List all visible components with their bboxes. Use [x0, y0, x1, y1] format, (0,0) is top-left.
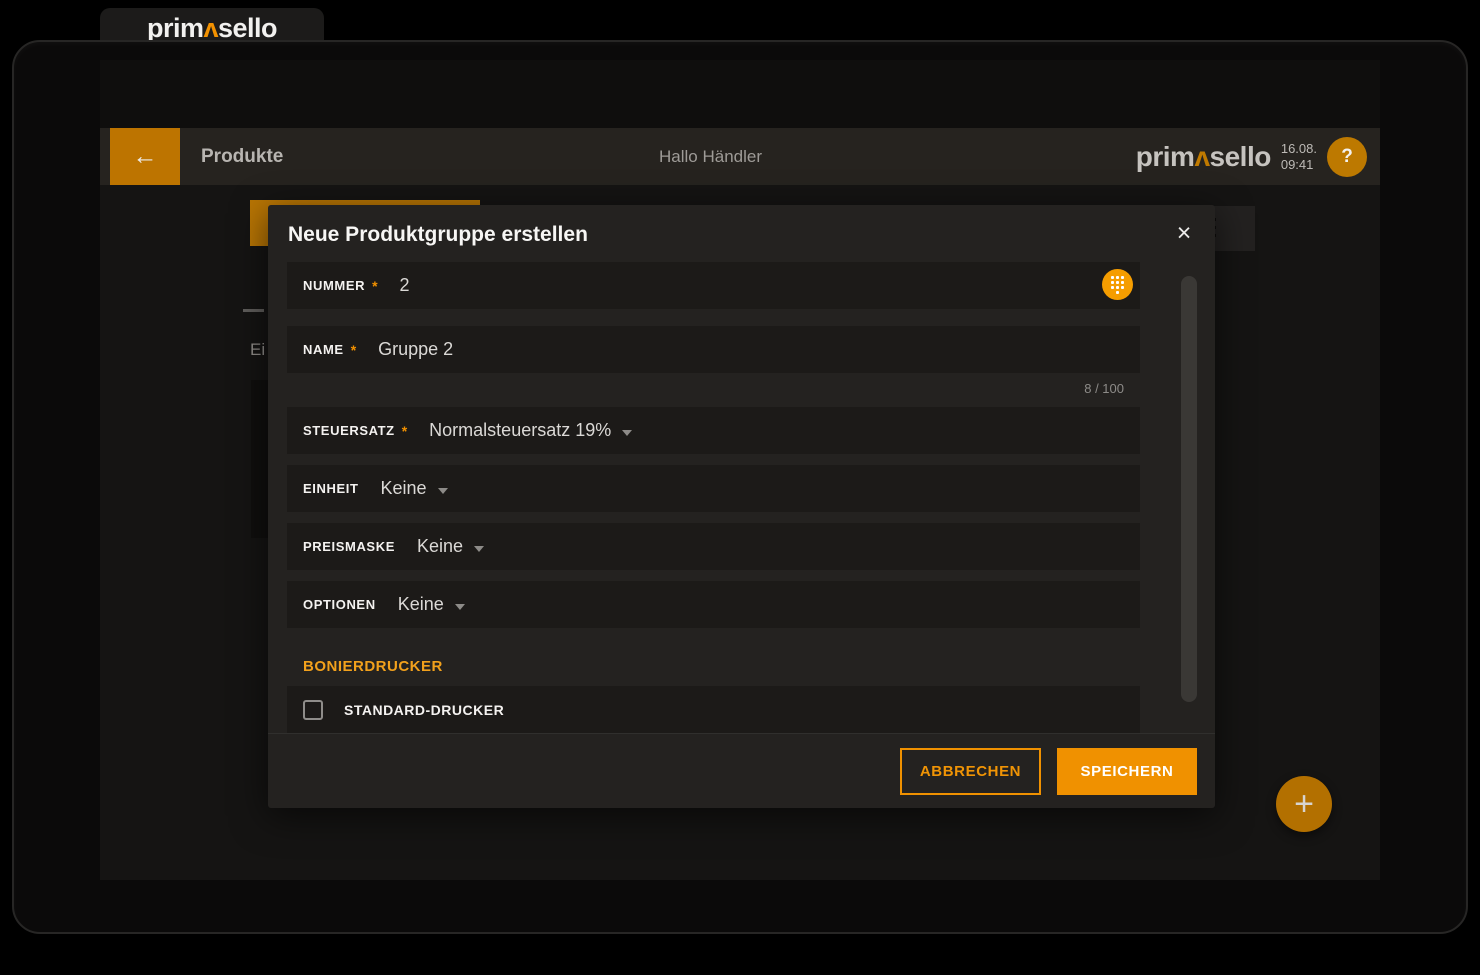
question-mark-icon: ?	[1341, 145, 1353, 167]
datetime: 16.08. 09:41	[1281, 141, 1317, 172]
required-marker: *	[372, 277, 378, 294]
checkbox-unchecked[interactable]	[303, 699, 323, 720]
help-button[interactable]: ?	[1327, 136, 1367, 177]
chevron-down-icon	[622, 429, 633, 436]
field-value: Keine	[416, 536, 464, 556]
plus-icon: +	[1294, 784, 1314, 823]
chevron-down-icon	[437, 487, 448, 494]
standard-drucker-row[interactable]: STANDARD-DRUCKER	[287, 686, 1140, 733]
back-arrow-icon: ←	[132, 142, 158, 170]
field-optionen[interactable]: OPTIONEN Keine	[287, 581, 1140, 628]
section-bonierdrucker: BONIERDRUCKER	[303, 658, 443, 675]
close-icon: ×	[1176, 218, 1192, 247]
keypad-button[interactable]	[1102, 269, 1133, 300]
field-label: OPTIONEN	[303, 597, 376, 612]
field-value: Keine	[380, 478, 427, 498]
primasello-logo: primʌsello	[1135, 140, 1272, 173]
field-label: NAME	[303, 342, 344, 357]
logo-caret-icon: ʌ	[1194, 140, 1210, 172]
logo-text-pre: prim	[146, 12, 204, 43]
save-button[interactable]: SPEICHERN	[1057, 747, 1197, 795]
modal-footer: ABBRECHEN SPEICHERN	[268, 733, 1215, 808]
field-steuersatz[interactable]: STEUERSATZ * Normalsteuersatz 19%	[287, 407, 1140, 454]
field-label: EINHEIT	[303, 481, 359, 496]
required-marker: *	[401, 422, 408, 439]
chevron-down-icon	[454, 603, 465, 610]
cancel-button[interactable]: ABBRECHEN	[900, 747, 1041, 795]
scrollbar-thumb[interactable]	[1181, 276, 1197, 702]
clipped-text-behind-modal: Ei	[250, 340, 266, 359]
logo-text-post: sello	[218, 12, 278, 43]
time-text: 09:41	[1280, 156, 1314, 172]
field-label: STEUERSATZ	[303, 423, 395, 438]
back-button[interactable]: ←	[110, 128, 180, 185]
modal-title: Neue Produktgruppe erstellen	[288, 223, 588, 246]
field-nummer[interactable]: NUMMER * 2	[287, 262, 1140, 309]
chevron-down-icon	[474, 545, 485, 552]
required-marker: *	[350, 341, 357, 358]
close-button[interactable]: ×	[1169, 218, 1199, 248]
field-value: Keine	[397, 594, 444, 614]
logo-caret-icon: ʌ	[203, 12, 218, 43]
date-text: 16.08.	[1280, 140, 1317, 156]
create-product-group-modal: Neue Produktgruppe erstellen × NUMMER * …	[268, 205, 1215, 808]
logo-text-post: sello	[1209, 140, 1272, 172]
field-value: Normalsteuersatz 19%	[429, 420, 612, 440]
field-preismaske[interactable]: PREISMASKE Keine	[287, 523, 1140, 570]
field-name[interactable]: NAME * Gruppe 2	[287, 326, 1140, 373]
logo-text-pre: prim	[1135, 140, 1195, 172]
checkbox-label: STANDARD-DRUCKER	[344, 701, 505, 718]
primasello-logo: primʌsello	[146, 12, 278, 44]
dialpad-icon	[1111, 275, 1124, 294]
divider-dash	[243, 309, 264, 312]
field-label: PREISMASKE	[303, 539, 395, 554]
field-einheit[interactable]: EINHEIT Keine	[287, 465, 1140, 512]
header-right-group: primʌsello 16.08. 09:41 ?	[1136, 128, 1367, 185]
greeting-text: Hallo Händler	[659, 146, 762, 166]
char-counter: 8 / 100	[1084, 381, 1124, 396]
page-title: Produkte	[201, 145, 284, 167]
app-header: ← Produkte Hallo Händler primʌsello 16.0…	[100, 128, 1380, 185]
field-label: NUMMER	[303, 278, 366, 293]
add-fab-button[interactable]: +	[1276, 776, 1332, 832]
field-value: 2	[399, 275, 410, 295]
field-value: Gruppe 2	[378, 339, 454, 359]
